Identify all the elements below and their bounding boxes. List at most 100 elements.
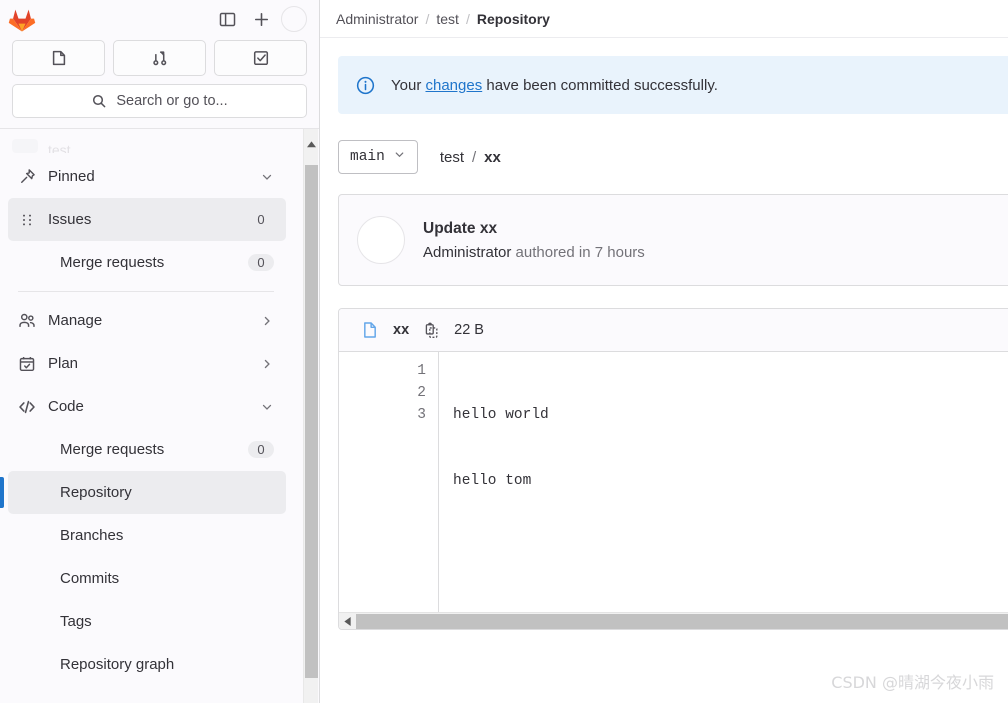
watermark: CSDN @晴湖今夜小雨 [831,673,994,692]
scroll-up-arrow-icon[interactable] [304,137,319,151]
sidebar-nav-scroll[interactable]: test Pinned Issues 0 Merge requests 0 Ma… [0,129,319,703]
sidebar-item-label: Branches [60,527,124,544]
code-line: hello world [453,407,549,423]
main-content: Administrator / test / Repository Your c… [320,0,1008,703]
project-avatar [12,139,38,153]
sidebar-section-code[interactable]: Code [8,385,286,428]
code-merge-requests-badge: 0 [248,441,274,458]
sidebar-section-label: Manage [48,312,103,329]
sidebar-item-label: Merge requests [60,441,165,458]
project-context-row-clipped[interactable]: test [0,129,294,155]
line-number[interactable]: 3 [339,404,426,426]
sidebar-scrollbar[interactable] [303,129,318,703]
pin-icon [18,168,36,186]
path-separator: / [472,148,477,166]
alert-changes-link[interactable]: changes [425,77,482,94]
horizontal-scrollbar-thumb[interactable] [356,613,1008,629]
file-size: 22 B [454,322,484,338]
code-content[interactable]: hello world hello tom [439,352,1008,612]
sidebar-section-label: Code [48,398,84,415]
gitlab-repository-page: Search or go to... test Pinned Issues 0 … [0,0,1008,703]
chevron-down-icon [260,170,274,184]
file-header: xx 22 B [339,309,1008,352]
user-avatar[interactable] [281,6,307,32]
sidebar-section-plan[interactable]: Plan [8,342,286,385]
main-inner: Your changes have been committed success… [320,38,1008,630]
sidebar: Search or go to... test Pinned Issues 0 … [0,0,320,703]
file-name: xx [393,322,410,338]
breadcrumb: Administrator / test / Repository [320,0,1008,38]
sidebar-item-branches[interactable]: Branches [8,514,286,557]
merge-request-shortcut[interactable] [113,40,206,76]
sidebar-item-label: Tags [60,613,92,630]
chevron-down-icon [393,148,406,166]
commit-message[interactable]: Update xx [423,220,645,238]
chevron-right-icon [260,314,274,328]
search-icon [93,94,106,108]
sidebar-scrollbar-thumb[interactable] [305,165,318,678]
line-number[interactable]: 2 [339,382,426,404]
sidebar-toggle-icon[interactable] [213,5,241,33]
search-placeholder-text: Search or go to... [116,93,228,109]
branch-name: main [350,149,385,165]
sidebar-item-label: Issues [48,211,92,228]
commit-meta: Administrator authored in 7 hours [423,244,645,261]
sidebar-section-label: Plan [48,355,79,372]
chevron-down-icon [260,400,274,414]
commit-success-alert: Your changes have been committed success… [338,56,1008,114]
commit-author-avatar[interactable] [357,216,405,264]
create-new-icon[interactable] [247,5,275,33]
sidebar-item-repository[interactable]: Repository [0,471,286,514]
commit-time: authored in 7 hours [511,243,645,261]
sidebar-item-label: Merge requests [60,254,165,271]
sidebar-item-issues[interactable]: Issues 0 [8,198,286,241]
breadcrumb-separator: / [465,10,470,27]
scroll-left-arrow-icon[interactable] [339,613,356,630]
gitlab-logo[interactable] [8,5,36,33]
users-icon [18,312,36,330]
sidebar-item-label: Commits [60,570,120,587]
breadcrumb-current: Repository [476,10,550,27]
copy-path-icon[interactable] [423,322,440,339]
last-commit-card: Update xx Administrator authored in 7 ho… [338,194,1008,286]
search-input[interactable]: Search or go to... [12,84,307,118]
issues-count-badge: 0 [248,211,274,228]
merge-requests-count-badge: 0 [248,254,274,271]
sidebar-item-repository-graph[interactable]: Repository graph [8,643,286,686]
calendar-icon [18,355,36,373]
chevron-right-icon [260,357,274,371]
drag-handle-icon[interactable] [18,211,36,229]
commit-details: Update xx Administrator authored in 7 ho… [423,220,645,261]
sidebar-item-label: Repository graph [60,656,175,673]
breadcrumb-separator: / [425,10,430,27]
branch-selector[interactable]: main [338,140,418,174]
code-line: hello tom [453,473,532,489]
path-current-file: xx [484,148,501,166]
issues-shortcut[interactable] [12,40,105,76]
breadcrumb-project[interactable]: test [436,11,459,27]
pinned-label: Pinned [48,168,95,185]
path-root-link[interactable]: test [440,149,464,166]
line-number[interactable]: 1 [339,360,426,382]
sidebar-item-tags[interactable]: Tags [8,600,286,643]
sidebar-search-wrap: Search or go to... [0,84,319,128]
sidebar-item-pinned-merge-requests[interactable]: Merge requests 0 [8,241,286,284]
alert-prefix: Your [391,76,426,94]
sidebar-item-commits[interactable]: Commits [8,557,286,600]
breadcrumb-owner[interactable]: Administrator [336,11,418,27]
repository-toolbar: main test / xx [338,140,1008,174]
code-horizontal-scrollbar[interactable] [339,612,1008,629]
info-circle-icon [356,76,375,95]
sidebar-item-label: Repository [60,484,132,501]
alert-message: Your changes have been committed success… [391,77,718,94]
commit-author-name[interactable]: Administrator [423,244,511,261]
code-brackets-icon [18,398,36,416]
sidebar-quick-actions [0,38,319,84]
todo-shortcut[interactable] [214,40,307,76]
sidebar-item-merge-requests[interactable]: Merge requests 0 [8,428,286,471]
file-path-breadcrumb: test / xx [440,149,501,166]
sidebar-section-pinned[interactable]: Pinned [8,155,286,198]
file-document-icon [361,321,379,339]
sidebar-section-manage[interactable]: Manage [8,299,286,342]
